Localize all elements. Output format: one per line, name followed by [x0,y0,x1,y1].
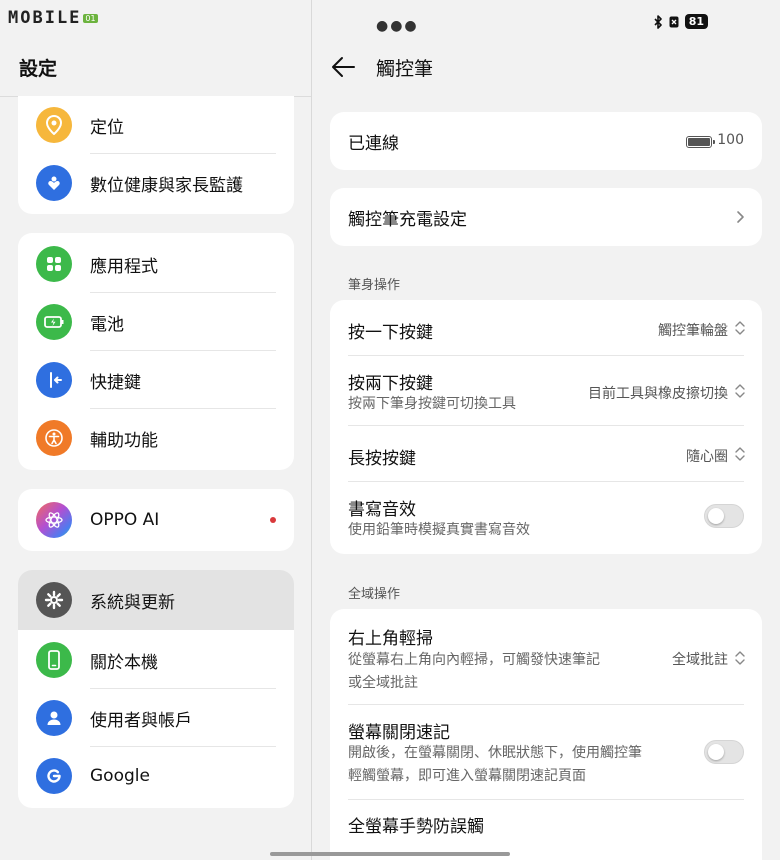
settings-group-ai: OPPO AI [18,489,294,551]
status-battery-badge: 81 [684,14,708,29]
setting-title: 按一下按鍵 [348,323,433,343]
sidebar-item-label: 快捷鍵 [90,372,141,393]
sidebar-item-system-update[interactable]: 系統與更新 [18,570,294,630]
sidebar-item-google[interactable]: Google [18,747,294,805]
accessibility-icon [36,420,72,456]
writing-sound-toggle[interactable] [704,504,744,528]
setting-value: 隨心圈 [686,449,728,465]
chevron-right-icon [737,211,744,223]
bluetooth-icon [654,14,662,29]
shortcut-icon [36,362,72,398]
setting-subtitle: 開啟後，在螢幕關閉、休眠狀態下，使用觸控筆 [348,745,642,761]
sidebar-item-oppo-ai[interactable]: OPPO AI [18,491,294,549]
settings-group-device: 應用程式 電池 快捷鍵 輔助功能 [18,233,294,470]
sidebar-item-label: OPPO AI [90,510,160,530]
watermark-sub: 01 [83,13,98,23]
up-down-chevron-icon [735,447,745,461]
sidebar-item-battery[interactable]: 電池 [18,293,294,351]
stylus-settings-pane: ●●● 81 觸控筆 已連線 100 觸控筆充電設定 筆身操作 按一下按鍵 觸控… [312,0,780,860]
up-down-chevron-icon [735,384,745,398]
writing-sound-row: 書寫音效 使用鉛筆時模擬真實書寫音效 [330,482,762,554]
sidebar-item-apps[interactable]: 應用程式 [18,235,294,293]
settings-group-system: 系統與更新 關於本機 使用者與帳戶 Google [18,570,294,808]
charge-settings-row[interactable]: 觸控筆充電設定 [330,188,762,246]
notification-dot [270,517,276,523]
up-down-chevron-icon [735,651,745,665]
setting-title: 螢幕關閉速記 [348,723,450,743]
sidebar-item-label: 應用程式 [90,256,158,277]
single-press-row[interactable]: 按一下按鍵 觸控筆輪盤 [330,300,762,356]
charge-settings-label: 觸控筆充電設定 [348,210,467,230]
sidebar-title: 設定 [19,58,58,80]
setting-subtitle: 使用鉛筆時模擬真實書寫音效 [348,522,530,538]
mute-icon [669,16,679,27]
sidebar-item-label: 電池 [90,314,124,335]
sidebar-item-label: 使用者與帳戶 [90,710,192,731]
sidebar-item-users-accounts[interactable]: 使用者與帳戶 [18,689,294,747]
sidebar-item-digital-wellbeing[interactable]: 數位健康與家長監護 [18,154,294,212]
setting-title: 書寫音效 [348,500,416,520]
setting-value: 觸控筆輪盤 [658,323,728,339]
google-icon [36,758,72,794]
phone-icon [36,642,72,678]
page-title: 觸控筆 [376,58,434,80]
settings-group-privacy: 定位 數位健康與家長監護 [18,96,294,214]
watermark-logo: MOBILE 01 [8,4,98,32]
setting-value: 全域批註 [672,652,728,668]
sidebar-item-label: 定位 [90,117,124,138]
top-right-swipe-row[interactable]: 右上角輕掃 從螢幕右上角向內輕掃，可觸發快速筆記 或全域批註 全域批註 [330,609,762,705]
setting-subtitle: 從螢幕右上角向內輕掃，可觸發快速筆記 [348,652,600,668]
setting-title: 按兩下按鍵 [348,374,433,394]
sidebar-item-label: 系統與更新 [90,592,175,613]
sidebar-item-about-phone[interactable]: 關於本機 [18,631,294,689]
gesture-palm-rejection-row[interactable]: 全螢幕手勢防誤觸 [330,800,762,860]
setting-title: 全螢幕手勢防誤觸 [348,817,484,837]
connection-label: 已連線 [348,134,399,154]
location-icon [36,107,72,143]
pen-operations-card: 按一下按鍵 觸控筆輪盤 按兩下按鍵 按兩下筆身按鍵可切換工具 目前工具與橡皮擦切… [330,300,762,554]
setting-subtitle: 輕觸螢幕，即可進入螢幕關閉速記頁面 [348,768,586,784]
long-press-row[interactable]: 長按按鍵 隨心圈 [330,426,762,482]
sidebar-item-label: 關於本機 [90,652,158,673]
sidebar-item-label: 數位健康與家長監護 [90,175,243,196]
user-icon [36,700,72,736]
connection-row: 已連線 100 [330,112,762,170]
sidebar-item-shortcuts[interactable]: 快捷鍵 [18,351,294,409]
setting-subtitle: 按兩下筆身按鍵可切換工具 [348,396,516,412]
setting-subtitle: 或全域批註 [348,675,418,691]
stylus-battery-icon [686,136,715,148]
setting-title: 右上角輕掃 [348,629,433,649]
charge-settings-card: 觸控筆充電設定 [330,188,762,246]
oppo-ai-icon [36,502,72,538]
sidebar-item-location[interactable]: 定位 [18,96,294,154]
screen-off-memo-row: 螢幕關閉速記 開啟後，在螢幕關閉、休眠狀態下，使用觸控筆 輕觸螢幕，即可進入螢幕… [330,705,762,800]
watermark-text: MOBILE [8,8,82,28]
wellbeing-heart-icon [36,165,72,201]
setting-title: 長按按鍵 [348,449,416,469]
sidebar-item-label: Google [90,766,150,786]
gear-icon [36,582,72,618]
sidebar-item-accessibility[interactable]: 輔助功能 [18,409,294,467]
section-header-global: 全域操作 [348,587,401,602]
connection-status-card: 已連線 100 [330,112,762,170]
home-indicator[interactable] [270,852,510,856]
double-press-row[interactable]: 按兩下按鍵 按兩下筆身按鍵可切換工具 目前工具與橡皮擦切換 [330,356,762,426]
setting-value: 目前工具與橡皮擦切換 [588,386,728,402]
up-down-chevron-icon [735,321,745,335]
stylus-battery-value: 100 [717,132,744,148]
apps-grid-icon [36,246,72,282]
screen-off-memo-toggle[interactable] [704,740,744,764]
sidebar-item-label: 輔助功能 [90,430,158,451]
section-header-pen: 筆身操作 [348,278,401,293]
settings-sidebar: MOBILE 01 設定 定位 數位健康與家長監護 應用程式 電池 快捷鍵 輔助… [0,0,311,860]
more-dots-icon[interactable]: ●●● [376,18,419,34]
battery-icon [36,304,72,340]
status-bar: 81 [653,14,708,29]
global-operations-card: 右上角輕掃 從螢幕右上角向內輕掃，可觸發快速筆記 或全域批註 全域批註 螢幕關閉… [330,609,762,860]
back-arrow-icon[interactable] [330,54,358,80]
